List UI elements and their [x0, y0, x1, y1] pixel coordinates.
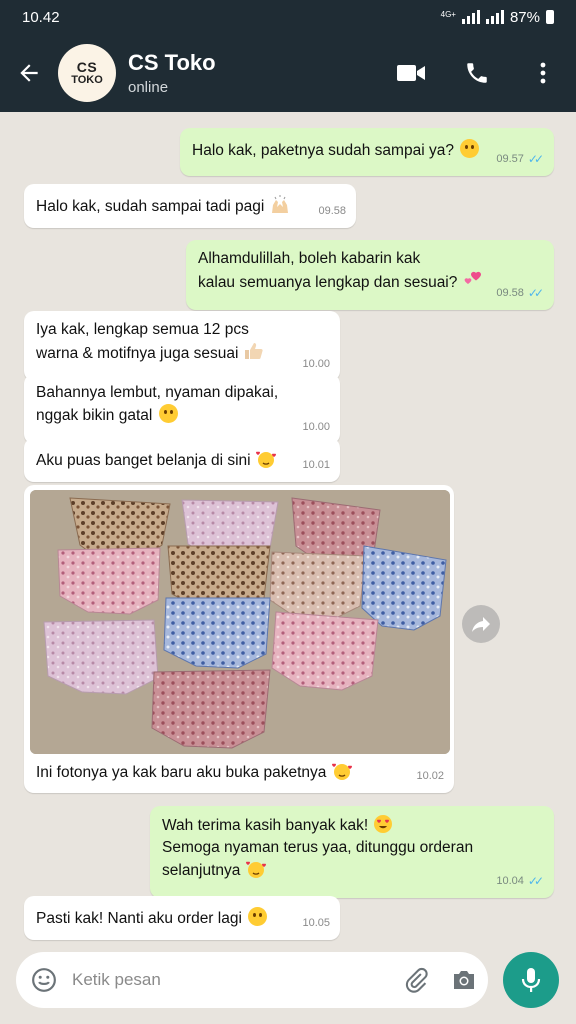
message-text-line: Bahannya lembut, nyaman dipakai, [36, 384, 279, 401]
smile-emoji-icon [248, 907, 268, 926]
message-text: Pasti kak! Nanti aku order lagi [36, 910, 242, 927]
message-time: 10.00 [302, 421, 330, 433]
smile-emoji-icon [460, 139, 480, 158]
message-time: 10.01 [302, 459, 330, 471]
chat-header: CS TOKO CS Toko online [0, 34, 576, 112]
message-time: 10.02 [416, 770, 444, 782]
message-time: 10.05 [302, 917, 330, 929]
message-incoming[interactable]: Bahannya lembut, nyaman dipakai, nggak b… [24, 374, 340, 444]
microphone-icon [521, 968, 541, 992]
message-text: Aku puas banget belanja di sini [36, 452, 251, 469]
forward-button[interactable] [462, 605, 500, 643]
message-text-line: Iya kak, lengkap semua 12 pcs [36, 321, 249, 338]
message-photo[interactable]: Ini fotonya ya kak baru aku buka paketny… [24, 485, 454, 793]
message-text-line: Semoga nyaman terus yaa, ditunggu ordera… [162, 839, 474, 856]
read-ticks-icon: ✓✓ [527, 286, 544, 300]
message-meta: 10.00 [302, 416, 330, 438]
message-incoming[interactable]: Pasti kak! Nanti aku order lagi 10.05 [24, 896, 340, 940]
emoji-button[interactable] [16, 952, 72, 1008]
smile-emoji-icon [158, 404, 178, 423]
signal-icon [461, 10, 480, 24]
network-type: 4G+ [440, 10, 456, 19]
camera-icon [454, 971, 474, 989]
contact-status: online [128, 79, 169, 96]
video-call-button[interactable] [378, 34, 444, 112]
message-meta: 10.02 [416, 765, 444, 787]
thumbs-up-emoji-icon [244, 343, 263, 359]
contact-info[interactable]: CS Toko online [128, 50, 378, 96]
more-vert-icon [540, 62, 546, 84]
message-text-line: selanjutnya [162, 862, 241, 879]
message-time: 10.00 [302, 358, 330, 370]
raised-hands-emoji-icon [271, 195, 288, 213]
battery-percent: 87% [509, 8, 540, 26]
status-indicators: 4G+ 87% [441, 9, 554, 26]
avatar-text-line2: TOKO [71, 73, 103, 86]
forward-icon [472, 617, 490, 632]
avatar-text-line1: CS [76, 58, 98, 75]
product-photo-image [30, 490, 450, 754]
message-text-line: warna & motifnya juga sesuai [36, 345, 239, 362]
message-outgoing[interactable]: Halo kak, paketnya sudah sampai ya? 09.5… [180, 128, 554, 176]
back-button[interactable] [0, 34, 58, 112]
message-incoming[interactable]: Halo kak, sudah sampai tadi pagi 09.58 [24, 184, 356, 228]
photo-caption: Ini fotonya ya kak baru aku buka paketny… [36, 764, 327, 781]
message-incoming[interactable]: Iya kak, lengkap semua 12 pcs warna & mo… [24, 311, 340, 381]
message-text-line: kalau semuanya lengkap dan sesuai? [198, 274, 458, 291]
contact-name: CS Toko [128, 50, 216, 75]
two-hearts-emoji-icon [464, 271, 481, 284]
message-text: Halo kak, sudah sampai tadi pagi [36, 198, 265, 215]
paperclip-icon [405, 967, 428, 993]
message-time: 09.58 [496, 287, 524, 299]
message-text-line: Wah terima kasih banyak kak! [162, 817, 369, 834]
read-ticks-icon: ✓✓ [527, 874, 544, 888]
message-meta: 10.01 [302, 454, 330, 476]
message-text-line: Alhamdulillah, boleh kabarin kak [198, 250, 421, 267]
smiling-hearts-emoji-icon [255, 451, 276, 468]
message-incoming[interactable]: Aku puas banget belanja di sini 10.01 [24, 438, 340, 482]
chat-messages[interactable]: Halo kak, paketnya sudah sampai ya? 09.5… [0, 112, 576, 942]
read-ticks-icon: ✓✓ [527, 152, 544, 166]
more-options-button[interactable] [510, 34, 576, 112]
emoji-icon [32, 968, 56, 992]
status-bar: 10.42 4G+ 87% [0, 0, 576, 34]
video-call-icon [397, 65, 425, 81]
smiling-hearts-emoji-icon [245, 861, 266, 878]
heart-eyes-emoji-icon [373, 815, 392, 833]
message-time: 10.04 [496, 875, 524, 887]
message-meta: 09.57 ✓✓ [496, 148, 544, 170]
message-meta: 09.58 [318, 200, 346, 222]
message-time: 09.57 [496, 153, 524, 165]
message-meta: 10.00 [302, 353, 330, 375]
arrow-left-icon [20, 64, 38, 82]
voice-record-button[interactable] [503, 952, 559, 1008]
voice-call-button[interactable] [444, 34, 510, 112]
message-text-line: nggak bikin gatal [36, 407, 153, 424]
battery-icon [546, 10, 554, 24]
message-input[interactable] [72, 970, 392, 990]
message-meta: 10.04 ✓✓ [496, 870, 544, 892]
message-composer [16, 952, 488, 1008]
avatar[interactable]: CS TOKO [58, 44, 116, 102]
message-outgoing[interactable]: Alhamdulillah, boleh kabarin kak kalau s… [186, 240, 554, 310]
signal-icon-2 [485, 10, 504, 24]
smiling-hearts-emoji-icon [331, 763, 352, 780]
message-meta: 10.05 [302, 912, 330, 934]
message-outgoing[interactable]: Wah terima kasih banyak kak! Semoga nyam… [150, 806, 554, 898]
shared-photo[interactable] [30, 490, 450, 754]
message-meta: 09.58 ✓✓ [496, 282, 544, 304]
camera-button[interactable] [440, 952, 488, 1008]
message-time: 09.58 [318, 205, 346, 217]
attach-button[interactable] [392, 952, 440, 1008]
status-time: 10.42 [22, 8, 60, 26]
message-text: Halo kak, paketnya sudah sampai ya? [192, 142, 454, 159]
phone-icon [467, 63, 487, 83]
